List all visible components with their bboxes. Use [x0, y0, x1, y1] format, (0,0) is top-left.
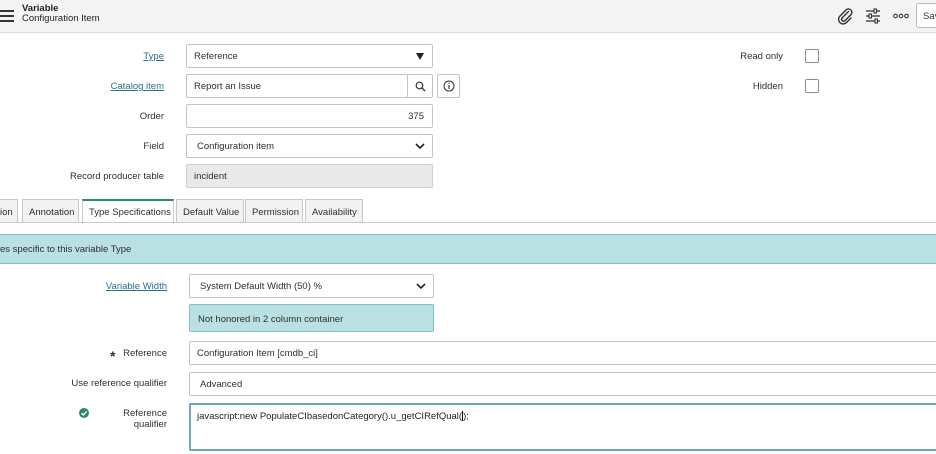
use-reference-qualifier-label: Use reference qualifier — [71, 378, 167, 389]
reference-qualifier-text: javascript:new PopulateCIbasedonCategory… — [197, 411, 463, 422]
tab-divider — [0, 222, 936, 223]
catalog-item-info-button[interactable] — [437, 74, 460, 98]
tab-availability[interactable]: Availability — [305, 199, 363, 223]
variable-width-label[interactable]: Variable Width — [60, 281, 167, 292]
section-banner-text: es specific to this variable Type — [0, 244, 132, 255]
reference-qualifier-label: Reference qualifier — [123, 408, 167, 430]
more-icon[interactable] — [892, 7, 910, 25]
hidden-label: Hidden — [752, 81, 783, 92]
reference-input[interactable]: Configuration Item [cmdb_ci] — [189, 341, 936, 365]
field-label: Field — [143, 141, 164, 152]
record-producer-table-field: incident — [186, 164, 433, 188]
info-icon — [443, 80, 455, 92]
attachment-icon[interactable] — [836, 7, 854, 25]
settings-sliders-icon[interactable] — [864, 7, 882, 25]
use-reference-qualifier-value: Advanced — [200, 379, 243, 390]
search-icon — [415, 81, 426, 92]
column-notice: Not honored in 2 column container — [189, 304, 434, 332]
tab-annotation[interactable]: Annotation — [22, 199, 79, 223]
read-only-label: Read only — [740, 51, 783, 62]
order-value: 375 — [408, 111, 424, 122]
field-value: Configuration item — [197, 141, 275, 152]
menu-icon[interactable] — [0, 10, 14, 22]
save-button[interactable]: Save — [916, 3, 936, 28]
section-banner: es specific to this variable Type — [0, 234, 936, 264]
type-label[interactable]: Type — [60, 51, 164, 62]
hidden-checkbox[interactable] — [805, 79, 819, 93]
chevron-down-icon — [415, 143, 425, 150]
header-title: Variable Configuration Item — [22, 4, 100, 24]
order-input[interactable]: 375 — [186, 104, 433, 128]
tab-default-value[interactable]: Default Value — [176, 199, 244, 223]
tab-question[interactable]: ion — [0, 199, 18, 223]
type-select[interactable]: Reference — [186, 44, 433, 68]
use-reference-qualifier-select[interactable]: Advanced — [189, 372, 936, 396]
tab-permission[interactable]: Permission — [245, 199, 303, 223]
record-name: Configuration Item — [22, 13, 100, 24]
variable-width-value: System Default Width (50) % — [200, 281, 322, 292]
reference-qualifier-text-end: ); — [463, 411, 469, 422]
reference-value: Configuration Item [cmdb_ci] — [197, 348, 318, 359]
variable-width-select[interactable]: System Default Width (50) % — [189, 274, 434, 298]
chevron-down-icon — [416, 283, 426, 290]
catalog-item-input[interactable]: Report an Issue — [186, 74, 408, 98]
caret-down-icon — [416, 53, 424, 60]
catalog-item-lookup-button[interactable] — [407, 74, 433, 98]
record-producer-table-label: Record producer table — [70, 171, 164, 182]
read-only-checkbox[interactable] — [805, 49, 819, 63]
catalog-item-label[interactable]: Catalog item — [60, 81, 164, 92]
order-label: Order — [139, 111, 164, 122]
record-producer-table-value: incident — [194, 171, 227, 182]
required-icon: * — [110, 348, 116, 364]
type-value: Reference — [194, 51, 238, 62]
reference-qualifier-textarea[interactable]: javascript:new PopulateCIbasedonCategory… — [189, 403, 936, 451]
reference-label: Reference — [123, 348, 167, 359]
tab-type-specifications[interactable]: Type Specifications — [82, 199, 174, 224]
catalog-item-value: Report an Issue — [194, 81, 262, 92]
column-notice-text: Not honored in 2 column container — [198, 314, 344, 325]
field-select[interactable]: Configuration item — [186, 134, 433, 158]
form-header: Variable Configuration Item Save — [0, 0, 936, 33]
